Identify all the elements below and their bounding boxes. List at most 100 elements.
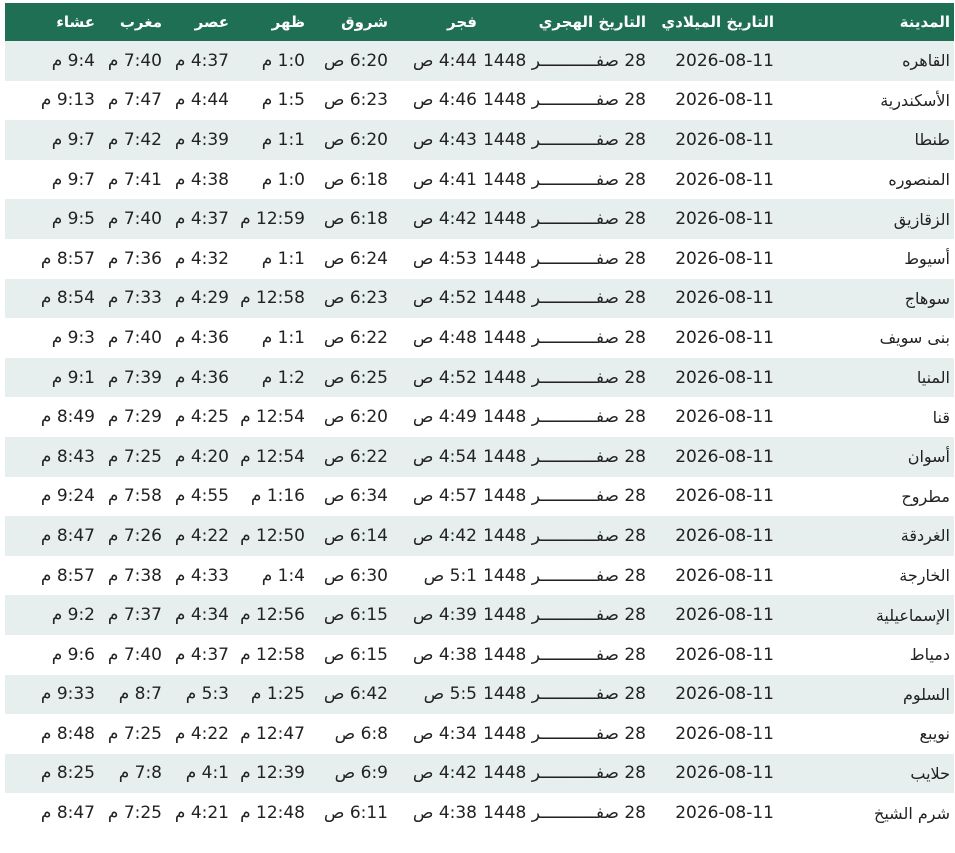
cell-city: بنى سويف	[879, 328, 950, 348]
table-row: الأسكندرية 2026-08-11 28 صفـــــــــــر 14…	[5, 80, 954, 121]
cell-fajr-time: 4:49 ص	[412, 407, 477, 428]
header-gregorian-date[interactable]: التاريخ الميلادي	[650, 3, 778, 41]
cell-maghrib-time: 8:7 م	[118, 684, 162, 705]
cell-shuruq-time: 6:23 ص	[323, 90, 388, 111]
cell-isha-time: 8:49 م	[40, 407, 95, 428]
cell-isha-time: 9:5 م	[51, 209, 95, 230]
cell-city: مطروح	[901, 486, 950, 506]
header-fajr[interactable]: فجر	[392, 3, 481, 41]
header-row: المدينة التاريخ الميلادي التاريخ الهجري …	[5, 3, 954, 41]
cell-fajr-time: 4:46 ص	[412, 90, 477, 111]
cell-maghrib-time: 7:40 م	[107, 327, 162, 348]
cell-isha-time: 9:4 م	[51, 50, 95, 71]
cell-gregorian-date: 2026-08-11	[675, 169, 774, 190]
header-city[interactable]: المدينة	[778, 3, 954, 41]
table-row: أسيوط 2026-08-11 28 صفـــــــــــر 1448 4:5…	[5, 238, 954, 279]
cell-dhuhr-time: 12:56 م	[240, 605, 305, 626]
cell-gregorian-date: 2026-08-11	[675, 763, 774, 784]
cell-asr-time: 4:37 م	[174, 50, 229, 71]
table-row: نويبع 2026-08-11 28 صفـــــــــــر 1448 4:3…	[5, 714, 954, 754]
cell-dhuhr-time: 1:1 م	[261, 248, 305, 269]
cell-asr-time: 4:36 م	[174, 367, 229, 388]
cell-hijri-date: 28 صفـــــــــــر 1448	[483, 684, 646, 705]
cell-hijri-date: 28 صفـــــــــــر 1448	[483, 605, 646, 626]
cell-asr-time: 4:21 م	[174, 803, 229, 824]
cell-city: قنا	[932, 407, 950, 427]
cell-hijri-date: 28 صفـــــــــــر 1448	[483, 565, 646, 586]
table-row: بنى سويف 2026-08-11 28 صفـــــــــــر 1448…	[5, 318, 954, 358]
header-dhuhr[interactable]: ظهر	[233, 3, 309, 41]
cell-asr-time: 4:22 م	[174, 723, 229, 744]
cell-city: طنطا	[914, 130, 950, 150]
cell-gregorian-date: 2026-08-11	[675, 288, 774, 309]
header-asr[interactable]: عصر	[166, 3, 233, 41]
cell-fajr-time: 5:5 ص	[423, 684, 477, 705]
cell-fajr-time: 4:38 ص	[412, 644, 477, 665]
cell-dhuhr-time: 1:1 م	[261, 327, 305, 348]
cell-shuruq-time: 6:24 ص	[323, 248, 388, 269]
cell-gregorian-date: 2026-08-11	[675, 644, 774, 665]
cell-city: أسيوط	[904, 249, 950, 269]
table-row: السلوم 2026-08-11 28 صفـــــــــــر 1448 5:…	[5, 674, 954, 715]
cell-gregorian-date: 2026-08-11	[675, 605, 774, 626]
cell-gregorian-date: 2026-08-11	[675, 723, 774, 744]
cell-gregorian-date: 2026-08-11	[675, 209, 774, 230]
cell-city: السلوم	[902, 684, 950, 704]
cell-asr-time: 4:37 م	[174, 644, 229, 665]
cell-isha-time: 9:24 م	[40, 486, 95, 507]
cell-gregorian-date: 2026-08-11	[675, 565, 774, 586]
cell-dhuhr-time: 12:58 م	[240, 644, 305, 665]
table-row: أسوان 2026-08-11 28 صفـــــــــــر 1448 4:5…	[5, 436, 954, 477]
header-maghrib[interactable]: مغرب	[99, 3, 166, 41]
cell-isha-time: 8:54 م	[40, 288, 95, 309]
cell-dhuhr-time: 12:59 م	[240, 209, 305, 230]
cell-maghrib-time: 7:40 م	[107, 209, 162, 230]
cell-fajr-time: 4:57 ص	[412, 486, 477, 507]
table-row: قنا 2026-08-11 28 صفـــــــــــر 1448 4:49 …	[5, 397, 954, 437]
cell-gregorian-date: 2026-08-11	[675, 327, 774, 348]
cell-asr-time: 4:32 م	[174, 248, 229, 269]
cell-gregorian-date: 2026-08-11	[675, 486, 774, 507]
cell-isha-time: 8:47 م	[40, 525, 95, 546]
table-body: القاهره 2026-08-11 28 صفـــــــــــر 1448 4…	[5, 41, 954, 833]
cell-hijri-date: 28 صفـــــــــــر 1448	[483, 129, 646, 150]
cell-fajr-time: 4:42 ص	[412, 209, 477, 230]
cell-asr-time: 4:22 م	[174, 525, 229, 546]
cell-city: القاهره	[902, 51, 950, 71]
cell-asr-time: 4:20 م	[174, 446, 229, 467]
cell-fajr-time: 4:39 ص	[412, 605, 477, 626]
header-hijri-date[interactable]: التاريخ الهجري	[481, 3, 650, 41]
cell-asr-time: 4:29 م	[174, 288, 229, 309]
cell-maghrib-time: 7:42 م	[107, 129, 162, 150]
cell-asr-time: 4:37 م	[174, 209, 229, 230]
cell-dhuhr-time: 12:54 م	[240, 446, 305, 467]
cell-city: الزقازيق	[893, 209, 950, 229]
cell-fajr-time: 5:1 ص	[423, 565, 477, 586]
cell-fajr-time: 4:43 ص	[412, 129, 477, 150]
cell-fajr-time: 4:48 ص	[412, 327, 477, 348]
cell-gregorian-date: 2026-08-11	[675, 446, 774, 467]
cell-maghrib-time: 7:39 م	[107, 367, 162, 388]
cell-shuruq-time: 6:18 ص	[323, 209, 388, 230]
cell-gregorian-date: 2026-08-11	[675, 525, 774, 546]
cell-isha-time: 9:33 م	[40, 684, 95, 705]
cell-city: دمياط	[909, 645, 950, 665]
cell-shuruq-time: 6:8 ص	[334, 723, 388, 744]
cell-shuruq-time: 6:15 ص	[323, 644, 388, 665]
cell-dhuhr-time: 1:0 م	[261, 169, 305, 190]
cell-shuruq-time: 6:22 ص	[323, 446, 388, 467]
cell-shuruq-time: 6:18 ص	[323, 169, 388, 190]
cell-hijri-date: 28 صفـــــــــــر 1448	[483, 525, 646, 546]
cell-dhuhr-time: 12:50 م	[240, 525, 305, 546]
cell-maghrib-time: 7:37 م	[107, 605, 162, 626]
cell-isha-time: 9:1 م	[51, 367, 95, 388]
table-row: الخارجة 2026-08-11 28 صفـــــــــــر 1448 5…	[5, 555, 954, 596]
table-row: الإسماعيلية 2026-08-11 28 صفـــــــــــر 1…	[5, 595, 954, 635]
table-row: المنيا 2026-08-11 28 صفـــــــــــر 1448 4:…	[5, 357, 954, 398]
cell-shuruq-time: 6:20 ص	[323, 407, 388, 428]
header-shuruq[interactable]: شروق	[309, 3, 392, 41]
cell-city: الإسماعيلية	[875, 605, 950, 625]
cell-gregorian-date: 2026-08-11	[675, 684, 774, 705]
cell-hijri-date: 28 صفـــــــــــر 1448	[483, 446, 646, 467]
header-isha[interactable]: عشاء	[5, 3, 99, 41]
